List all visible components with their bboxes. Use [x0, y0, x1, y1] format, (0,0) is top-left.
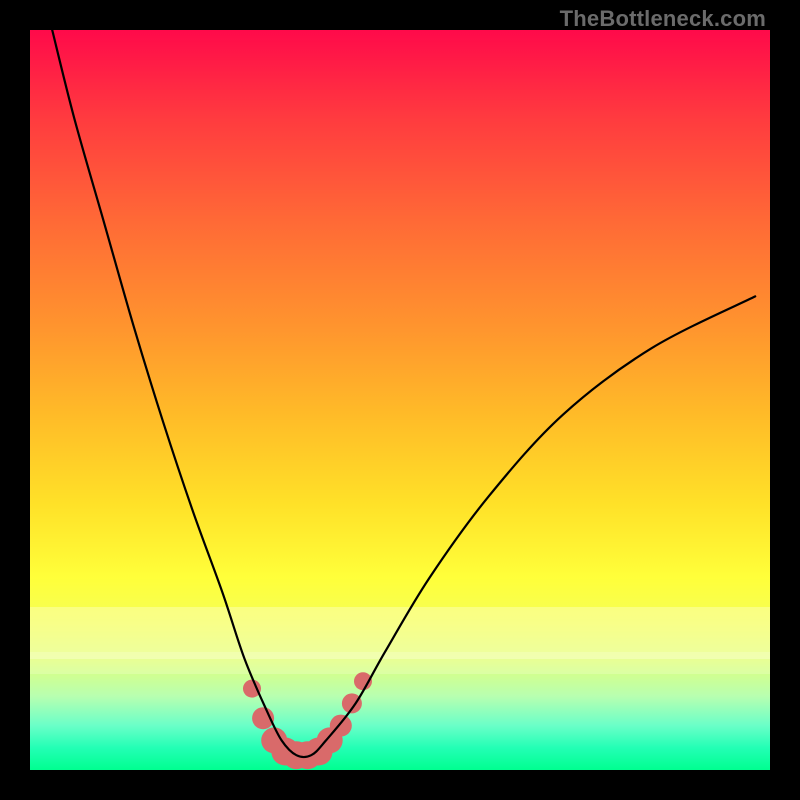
- marker-group: [243, 672, 372, 769]
- plot-area: [30, 30, 770, 770]
- bottleneck-curve: [52, 30, 755, 757]
- marker-point: [243, 680, 261, 698]
- chart-svg: [30, 30, 770, 770]
- watermark-text: TheBottleneck.com: [560, 6, 766, 32]
- chart-frame: TheBottleneck.com: [0, 0, 800, 800]
